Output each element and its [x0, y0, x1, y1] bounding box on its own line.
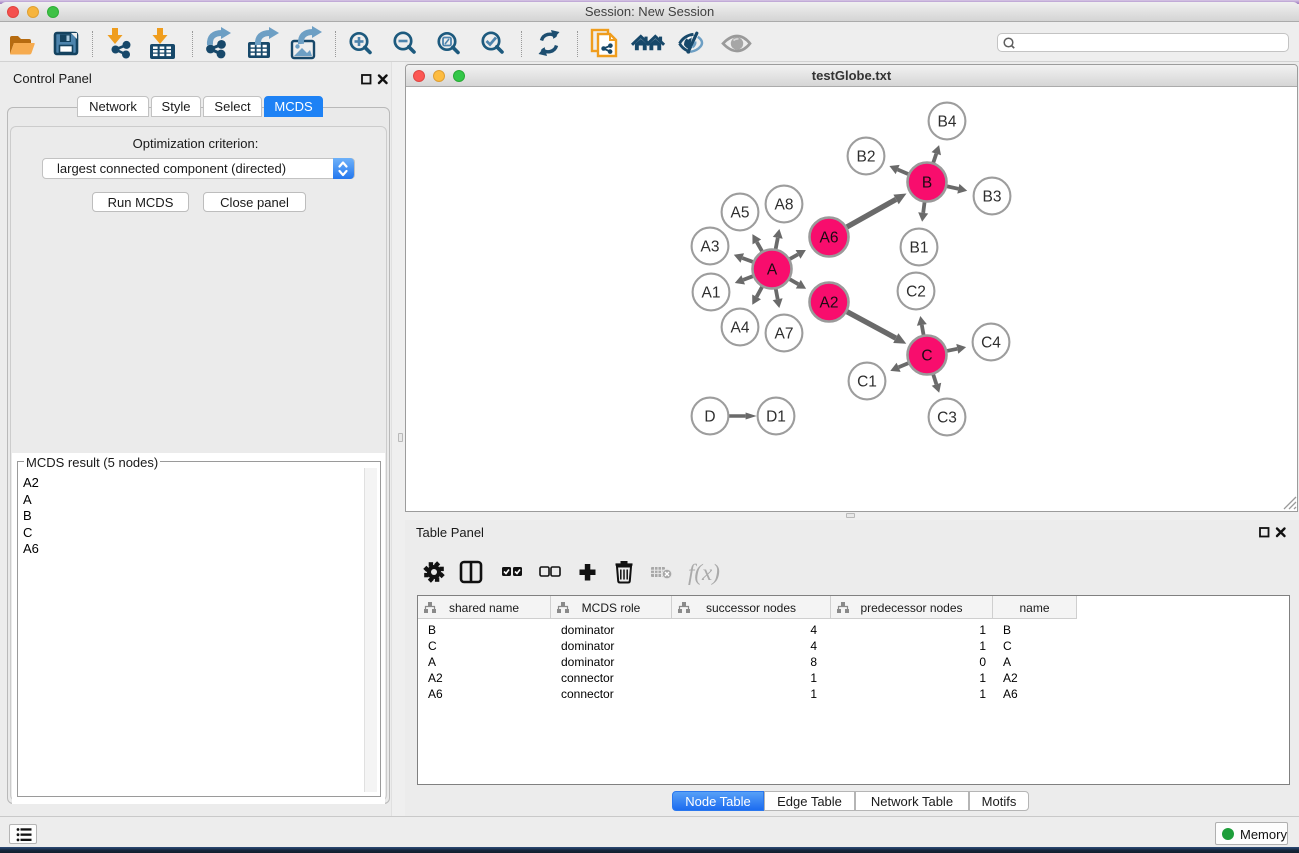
svg-text:A4: A4 [731, 320, 750, 337]
svg-text:C: C [921, 348, 932, 365]
svg-text:f(x): f(x) [688, 560, 720, 585]
svg-text:A5: A5 [731, 205, 750, 222]
svg-text:A3: A3 [701, 239, 720, 256]
svg-text:A2: A2 [820, 295, 839, 312]
svg-text:A6: A6 [820, 230, 839, 247]
svg-text:A8: A8 [775, 197, 794, 214]
svg-text:B4: B4 [938, 114, 957, 131]
svg-text:D: D [704, 409, 715, 426]
svg-text:C4: C4 [981, 335, 1001, 352]
svg-text:A: A [767, 262, 778, 279]
svg-text:C1: C1 [857, 374, 877, 391]
svg-text:B1: B1 [910, 240, 929, 257]
svg-text:C3: C3 [937, 410, 957, 427]
svg-text:D1: D1 [766, 409, 786, 426]
svg-text:A1: A1 [702, 285, 721, 302]
svg-text:B2: B2 [857, 149, 876, 166]
svg-text:A7: A7 [775, 326, 794, 343]
svg-text:B3: B3 [983, 189, 1002, 206]
svg-text:C2: C2 [906, 284, 926, 301]
svg-text:B: B [922, 175, 932, 192]
